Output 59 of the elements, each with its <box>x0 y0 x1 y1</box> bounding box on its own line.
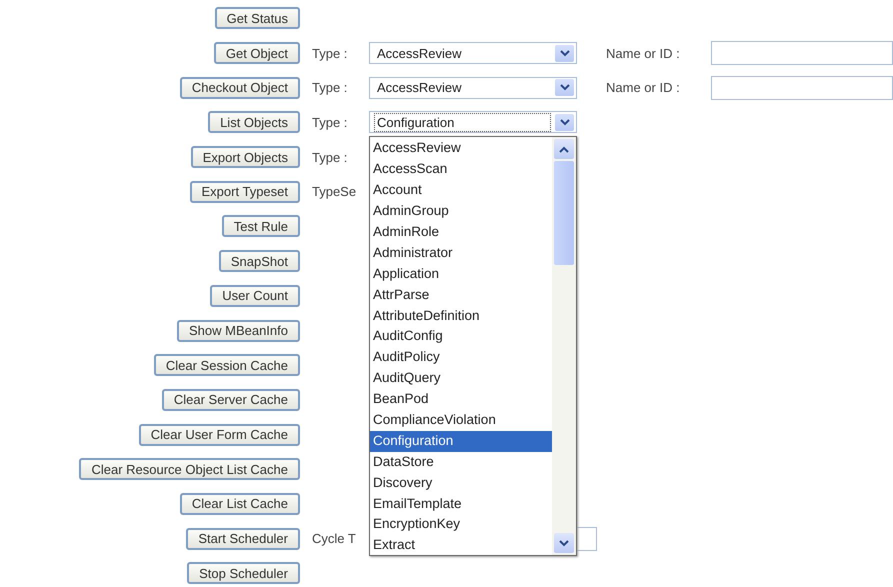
action-button[interactable]: Checkout Object <box>180 76 300 99</box>
chevron-down-icon <box>559 540 569 547</box>
field-label: Name or ID : <box>606 80 681 96</box>
dropdown-option[interactable]: Administrator <box>370 242 552 264</box>
action-button[interactable]: Clear List Cache <box>180 492 300 515</box>
dropdown-option[interactable]: AdminRole <box>370 222 552 243</box>
dropdown-option[interactable]: AttrParse <box>370 284 552 306</box>
chevron-up-icon <box>559 146 569 153</box>
dropdown-option[interactable]: AuditConfig <box>370 326 552 348</box>
type-select[interactable]: AccessReview <box>369 42 577 64</box>
type-select[interactable]: AccessReview <box>369 76 577 99</box>
action-button[interactable]: List Objects <box>208 111 300 134</box>
action-button[interactable]: Show MBeanInfo <box>176 320 300 342</box>
chevron-down-icon <box>560 50 570 57</box>
field-label: TypeSe <box>312 184 358 200</box>
action-button[interactable]: Get Status <box>214 7 300 30</box>
dropdown-option[interactable]: Account <box>370 180 552 202</box>
action-button[interactable]: Stop Scheduler <box>187 562 300 584</box>
dropdown-option[interactable]: BeanPod <box>370 389 552 410</box>
scrollbar[interactable] <box>552 137 576 556</box>
action-button[interactable]: Clear Server Cache <box>162 388 300 411</box>
field-label: Type : <box>312 150 348 165</box>
dropdown-option[interactable]: Extract <box>370 535 552 556</box>
field-label: Cycle T <box>312 531 357 546</box>
action-button[interactable]: Clear Session Cache <box>154 354 300 376</box>
field-label: Type : <box>312 46 348 61</box>
chevron-down-icon <box>560 118 570 126</box>
field-label: Type : <box>312 114 348 130</box>
scroll-thumb[interactable] <box>554 161 574 266</box>
name-field[interactable] <box>711 76 893 100</box>
action-button[interactable]: Clear Resource Object List Cache <box>79 458 300 480</box>
dropdown-option[interactable]: AdminGroup <box>370 201 552 222</box>
dropdown-option[interactable]: Configuration <box>370 430 552 452</box>
chevron-down-icon <box>560 84 570 92</box>
name-field[interactable] <box>711 41 893 66</box>
dropdown-option[interactable]: EncryptionKey <box>370 514 552 536</box>
action-button[interactable]: Export Objects <box>190 146 300 168</box>
action-button[interactable]: SnapShot <box>218 250 300 272</box>
action-button[interactable]: Get Object <box>214 42 300 64</box>
dropdown-option[interactable]: AccessScan <box>370 159 552 180</box>
dropdown-option[interactable]: ComplianceViolation <box>370 410 552 431</box>
action-button[interactable]: Export Typeset <box>190 180 300 203</box>
dropdown-option[interactable]: EmailTemplate <box>370 494 552 514</box>
action-button[interactable]: User Count <box>210 284 300 307</box>
dropdown-option[interactable]: AttributeDefinition <box>370 306 552 326</box>
dropdown-option[interactable]: AuditQuery <box>370 368 552 390</box>
field-label: Name or ID : <box>606 46 681 61</box>
action-button[interactable]: Start Scheduler <box>186 528 300 550</box>
scroll-up-button[interactable] <box>554 139 574 160</box>
dropdown-option[interactable]: Application <box>370 264 552 285</box>
dropdown-option[interactable]: DataStore <box>370 452 552 473</box>
action-button[interactable]: Clear User Form Cache <box>138 424 300 446</box>
dropdown-option[interactable]: Discovery <box>370 472 552 494</box>
field-label: Type : <box>312 80 348 96</box>
type-select[interactable]: Configuration <box>369 111 577 134</box>
scroll-down-button[interactable] <box>554 533 574 554</box>
dropdown-option[interactable]: AccessReview <box>370 138 552 160</box>
action-button[interactable]: Test Rule <box>222 215 300 238</box>
dropdown-option[interactable]: AuditPolicy <box>370 347 552 368</box>
